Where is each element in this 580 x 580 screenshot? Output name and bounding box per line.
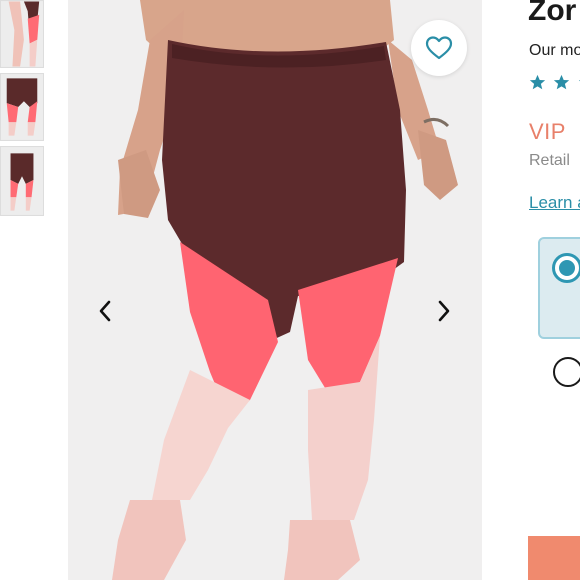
thumbnail-3-image xyxy=(1,147,43,215)
thumbnail-2-image xyxy=(1,74,43,140)
star-icon xyxy=(529,74,546,90)
retail-price-label: Retail xyxy=(529,152,570,169)
chevron-right-icon xyxy=(438,300,450,322)
product-image-gallery xyxy=(68,0,482,580)
star-icon xyxy=(554,74,570,90)
thumbnail-1-image xyxy=(1,1,43,67)
product-details-panel: Zor Our mo VIP Retail Learn a xyxy=(482,0,580,580)
retail-option-radio[interactable] xyxy=(553,357,580,387)
star-rating[interactable] xyxy=(529,74,580,94)
heart-outline-icon xyxy=(425,36,453,60)
vip-price-label: VIP xyxy=(529,119,566,144)
product-photo xyxy=(68,0,482,580)
vip-option-radio[interactable] xyxy=(552,253,580,283)
favorite-button[interactable] xyxy=(411,20,467,76)
learn-more-link[interactable]: Learn a xyxy=(529,193,580,213)
vip-option-card[interactable] xyxy=(538,237,580,339)
thumbnail-1[interactable] xyxy=(0,0,44,68)
add-to-bag-button[interactable] xyxy=(528,536,580,580)
chevron-left-icon xyxy=(99,300,111,322)
thumbnail-2[interactable] xyxy=(0,73,44,141)
next-image-button[interactable] xyxy=(428,293,460,329)
previous-image-button[interactable] xyxy=(89,293,121,329)
product-title: Zor xyxy=(528,0,577,27)
thumbnail-3[interactable] xyxy=(0,146,44,216)
product-subtitle: Our mo xyxy=(529,42,580,59)
